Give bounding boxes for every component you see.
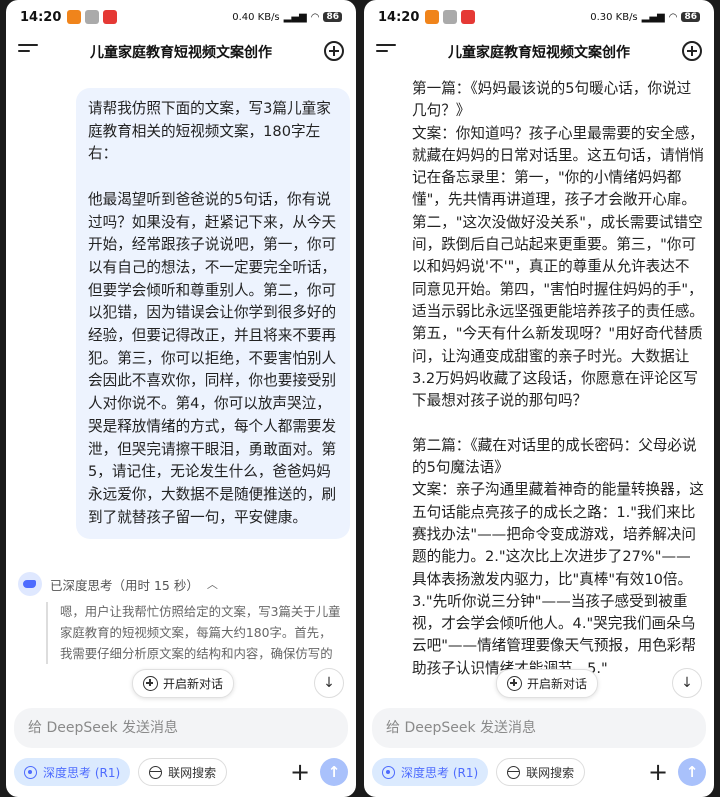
battery-icon: 86 <box>323 12 342 22</box>
thinking-label: 已深度思考（用时 15 秒） <box>50 577 199 593</box>
status-time: 14:20 <box>378 9 420 25</box>
deepseek-logo-icon <box>18 572 42 596</box>
page-title: 儿童家庭教育短视频文案创作 <box>448 45 630 61</box>
deep-think-toggle[interactable]: 深度思考 (R1) <box>14 758 131 786</box>
bottom-toolbar: 深度思考 (R1) 联网搜索 + ↑ <box>14 757 348 787</box>
assistant-response: 第一篇：《妈妈最该说的5句暖心话，你说过几句？》 文案：你知道吗？孩子心里最需要… <box>412 80 704 677</box>
scroll-down-button[interactable]: ↓ <box>314 668 344 698</box>
status-bar: 14:20 0.30 KB/s ▂▄▆ ◠ 86 <box>364 0 714 34</box>
send-button[interactable]: ↑ <box>678 758 706 786</box>
app-notification-icon <box>85 10 100 24</box>
status-bar: 14:20 0.40 KB/s ▂▄▆ ◠ 86 <box>6 0 356 34</box>
web-search-toggle[interactable]: 联网搜索 <box>496 758 586 786</box>
arrow-up-icon: ↑ <box>327 763 341 781</box>
attach-plus-icon[interactable]: + <box>646 760 670 784</box>
page-title: 儿童家庭教育短视频文案创作 <box>90 45 272 61</box>
thinking-text: 嗯，用户让我帮忙仿照给定的文案，写3篇关于儿童家庭教育的短视频文案，每篇大约18… <box>46 602 342 664</box>
wifi-icon: ◠ <box>310 11 320 23</box>
new-chat-icon[interactable] <box>682 41 702 61</box>
wifi-icon: ◠ <box>668 11 678 23</box>
attach-plus-icon[interactable]: + <box>288 760 312 784</box>
network-speed: 0.30 KB/s <box>590 11 638 23</box>
thinking-header[interactable]: 已深度思考（用时 15 秒） ︿ <box>18 572 218 596</box>
scroll-down-button[interactable]: ↓ <box>672 668 702 698</box>
network-speed: 0.40 KB/s <box>232 11 280 23</box>
status-right: 0.40 KB/s ▂▄▆ ◠ 86 <box>232 12 342 23</box>
left-phone-screen: 14:20 0.40 KB/s ▂▄▆ ◠ 86 儿童家庭教育短视频文案创作 请… <box>6 0 356 797</box>
top-bar: 儿童家庭教育短视频文案创作 <box>6 34 356 70</box>
globe-icon <box>149 765 163 779</box>
arrow-down-icon: ↓ <box>323 675 335 691</box>
plus-circle-icon <box>143 676 158 691</box>
app-notification-icon <box>67 10 82 24</box>
web-search-label: 联网搜索 <box>168 765 217 780</box>
arrow-up-icon: ↑ <box>685 763 699 781</box>
globe-icon <box>507 765 521 779</box>
message-input[interactable] <box>384 719 694 737</box>
app-notification-icon <box>443 10 458 24</box>
right-phone-screen: 14:20 0.30 KB/s ▂▄▆ ◠ 86 儿童家庭教育短视频文案创作 第… <box>364 0 714 797</box>
web-search-label: 联网搜索 <box>526 765 575 780</box>
arrow-down-icon: ↓ <box>681 675 693 691</box>
app-notification-icon <box>425 10 440 24</box>
new-chat-button[interactable]: 开启新对话 <box>496 669 599 698</box>
plus-circle-icon <box>507 676 522 691</box>
message-input[interactable] <box>26 719 336 737</box>
message-input-box[interactable] <box>14 708 348 748</box>
notification-icons <box>425 10 476 24</box>
top-bar: 儿童家庭教育短视频文案创作 <box>364 34 714 70</box>
deep-think-label: 深度思考 (R1) <box>401 765 479 780</box>
chevron-up-icon: ︿ <box>206 578 218 591</box>
status-time: 14:20 <box>20 9 62 25</box>
new-chat-button[interactable]: 开启新对话 <box>132 669 235 698</box>
atom-icon <box>382 765 395 779</box>
new-chat-icon[interactable] <box>324 41 344 61</box>
menu-icon[interactable] <box>18 44 38 58</box>
app-notification-icon <box>103 10 118 24</box>
signal-icon: ▂▄▆ <box>641 11 665 23</box>
message-input-box[interactable] <box>372 708 706 748</box>
deep-think-toggle[interactable]: 深度思考 (R1) <box>372 758 489 786</box>
signal-icon: ▂▄▆ <box>283 11 307 23</box>
web-search-toggle[interactable]: 联网搜索 <box>138 758 228 786</box>
atom-icon <box>24 765 37 779</box>
deep-think-label: 深度思考 (R1) <box>43 765 121 780</box>
app-notification-icon <box>461 10 476 24</box>
new-chat-label: 开启新对话 <box>163 677 224 691</box>
status-right: 0.30 KB/s ▂▄▆ ◠ 86 <box>590 12 700 23</box>
notification-icons <box>67 10 118 24</box>
battery-icon: 86 <box>681 12 700 22</box>
user-message-bubble: 请帮我仿照下面的文案，写3篇儿童家庭教育相关的短视频文案，180字左右： 他最渴… <box>76 88 350 540</box>
new-chat-label: 开启新对话 <box>527 677 588 691</box>
menu-icon[interactable] <box>376 44 396 58</box>
send-button[interactable]: ↑ <box>320 758 348 786</box>
bottom-toolbar: 深度思考 (R1) 联网搜索 + ↑ <box>372 757 706 787</box>
